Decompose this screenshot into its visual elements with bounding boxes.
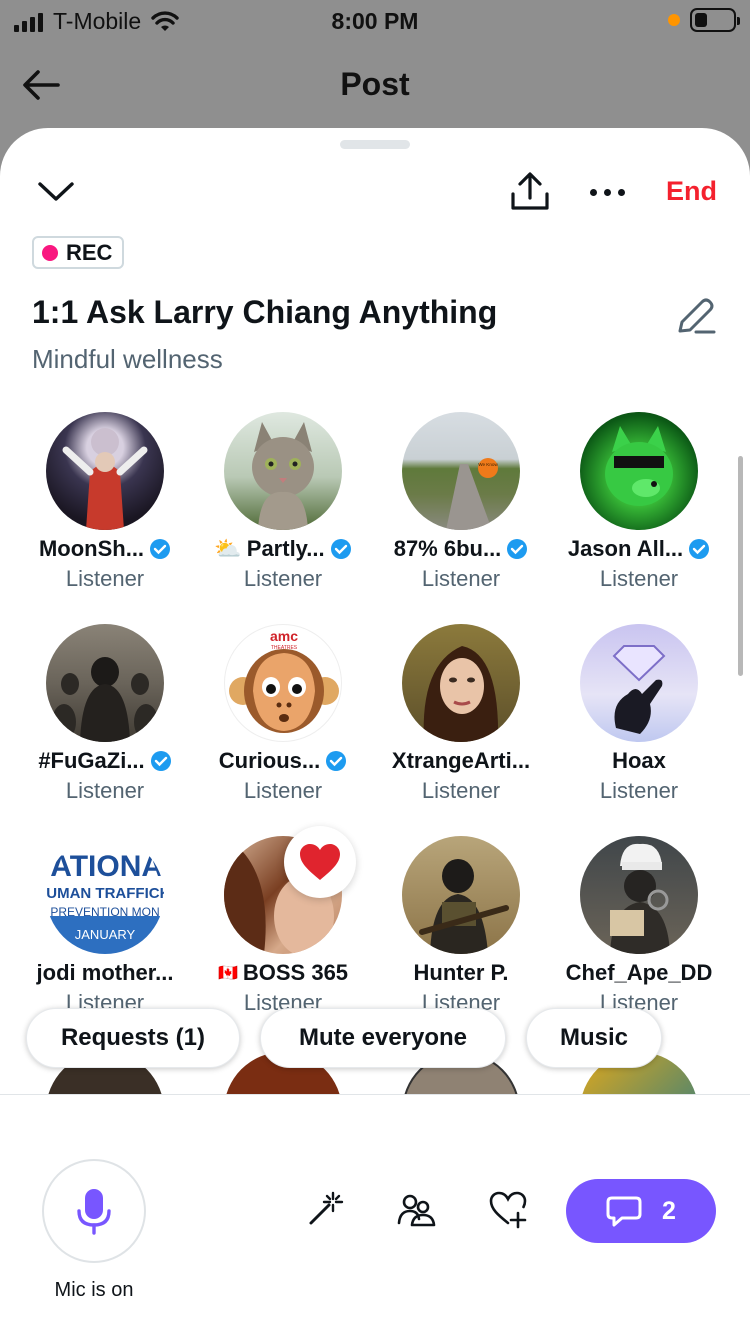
microphone-icon (77, 1189, 111, 1235)
participant-role: Listener (599, 566, 679, 591)
avatar (224, 412, 342, 530)
verified-badge-icon (326, 751, 347, 771)
bottom-toolbar: Mic is on 2 (0, 1094, 750, 1334)
participant-name: Jason All... (550, 536, 728, 562)
participant-tile[interactable]: NATIONAL HUMAN TRAFFICKI PREVENTION MON … (16, 836, 194, 1016)
participant-tile[interactable]: Hunter P. Listener (372, 836, 550, 1016)
rec-badge: REC (32, 236, 125, 269)
awareness-line-2: HUMAN TRAFFICKI (46, 885, 164, 902)
participant-name: XtrangeArti... (391, 748, 531, 773)
verified-badge-icon (507, 539, 528, 559)
avatar (580, 412, 698, 530)
participant-role: Listener (65, 566, 145, 591)
avatar: NATIONAL HUMAN TRAFFICKI PREVENTION MON … (46, 836, 164, 954)
status-bar: T-Mobile 8:00 PM (0, 0, 750, 44)
avatar (46, 412, 164, 530)
space-title: 1:1 Ask Larry Chiang Anything (32, 294, 498, 330)
avatar (580, 836, 698, 954)
status-right (668, 8, 740, 32)
verified-badge-icon (150, 751, 171, 771)
participant-name: jodi mother... (36, 960, 174, 985)
avatar (402, 836, 520, 954)
participant-tile[interactable]: Chef_Ape_DD Listener (550, 836, 728, 1016)
participant-name: 🇨🇦 BOSS 365 (217, 960, 349, 985)
top-nav: Post (0, 50, 750, 120)
avatar (46, 624, 164, 742)
battery-icon (690, 8, 740, 32)
awareness-line-4: JANUARY (75, 927, 136, 942)
drag-handle[interactable] (340, 140, 410, 149)
edit-pencil-icon[interactable] (674, 294, 718, 338)
page-title: Post (340, 66, 410, 102)
share-icon[interactable] (508, 170, 552, 214)
participant-name: Chef_Ape_DD (565, 960, 713, 985)
canada-flag-icon: 🇨🇦 (217, 965, 238, 982)
amc-logo: amc (270, 628, 298, 644)
participant-tile[interactable]: MoonSh... Listener (16, 412, 194, 592)
space-sheet: End REC 1:1 Ask Larry Chiang Anything Mi… (0, 128, 750, 1334)
we-know-sign: We Know (478, 462, 498, 467)
magic-wand-icon[interactable] (305, 1189, 345, 1229)
chat-bubble-icon (606, 1196, 642, 1227)
participant-tile[interactable]: We Know 87% 6bu... Listener (372, 412, 550, 592)
participant-role: Listener (243, 778, 323, 803)
participant-tile[interactable]: ⛅ Partly... Listener (194, 412, 372, 592)
awareness-line-3: PREVENTION MON (50, 905, 159, 919)
comments-button[interactable]: 2 (566, 1179, 716, 1243)
avatar (580, 624, 698, 742)
space-subtitle: Mindful wellness (32, 344, 223, 374)
participant-tile[interactable]: Hoax Listener (550, 624, 728, 804)
comment-count: 2 (662, 1196, 676, 1225)
participant-name: MoonSh... (16, 536, 194, 562)
end-button[interactable]: End (666, 176, 717, 207)
participant-role: Listener (65, 778, 145, 803)
participant-role: Listener (243, 566, 323, 591)
rec-dot (42, 244, 58, 261)
mic-status-label: Mic is on (54, 1279, 134, 1301)
participant-tile[interactable]: XtrangeArti... Listener (372, 624, 550, 804)
chevron-down-icon[interactable] (36, 176, 76, 206)
participant-name: ⛅ Partly... (194, 536, 372, 562)
people-icon[interactable] (396, 1189, 436, 1229)
music-button[interactable]: Music (526, 1008, 662, 1068)
heart-reaction (284, 826, 356, 898)
clock: 8:00 PM (331, 8, 419, 34)
participant-role: Listener (421, 566, 501, 591)
more-icon[interactable] (590, 178, 632, 206)
mute-everyone-button[interactable]: Mute everyone (260, 1008, 506, 1068)
participant-tile[interactable]: #FuGaZi... Listener (16, 624, 194, 804)
avatar (402, 624, 520, 742)
participant-role: Listener (421, 778, 501, 803)
verified-badge-icon (689, 539, 710, 559)
participant-tile[interactable]: Jason All... Listener (550, 412, 728, 592)
participant-name: Hoax (612, 748, 666, 773)
mic-button[interactable] (42, 1159, 146, 1263)
rec-label: REC (66, 239, 113, 265)
requests-button[interactable]: Requests (1) (26, 1008, 240, 1068)
heart-icon (300, 844, 340, 880)
weather-emoji: ⛅ (214, 536, 242, 561)
participant-role: Listener (599, 778, 679, 803)
participant-name: #FuGaZi... (16, 748, 194, 774)
avatar: We Know (402, 412, 520, 530)
verified-badge-icon (150, 539, 171, 559)
awareness-line-1: NATIONAL (46, 850, 164, 883)
participant-name: 87% 6bu... (372, 536, 550, 562)
participant-tile[interactable]: amc THEATRES Curious... Listener (194, 624, 372, 804)
verified-badge-icon (330, 539, 351, 559)
participant-name: Hunter P. (413, 960, 509, 985)
mic-indicator-dot (668, 14, 680, 26)
avatar: amc THEATRES (224, 624, 342, 742)
heart-plus-icon[interactable] (488, 1189, 528, 1229)
participant-name: Curious... (194, 748, 372, 774)
scrollbar[interactable] (738, 456, 743, 676)
